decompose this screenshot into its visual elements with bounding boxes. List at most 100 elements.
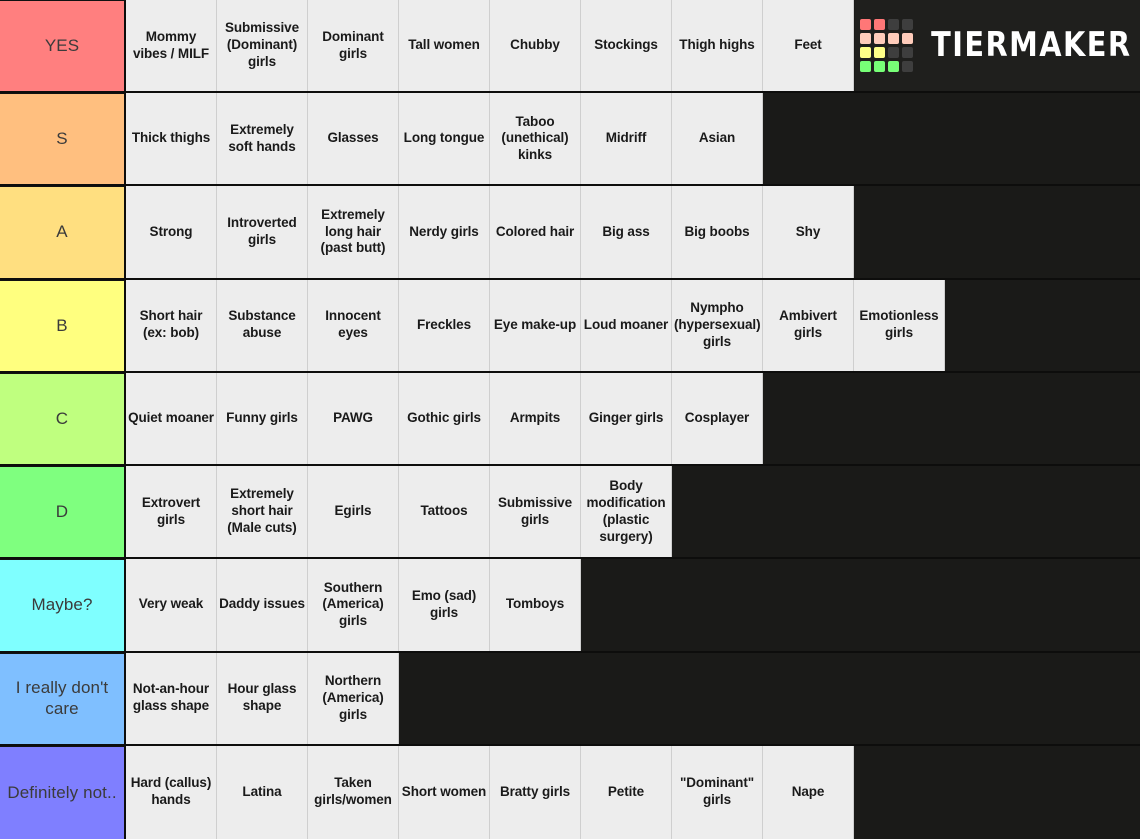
tier-item[interactable]: Extremely long hair (past butt)	[308, 186, 399, 278]
tier-item[interactable]: Northern (America) girls	[308, 652, 399, 744]
tier-item[interactable]: Thigh highs	[672, 0, 763, 92]
tier-item-label: Midriff	[605, 130, 647, 146]
tier-empty-dropzone[interactable]	[581, 559, 1140, 651]
tier-empty-dropzone[interactable]	[945, 279, 1140, 371]
tier-item-label: Mommy vibes / MILF	[132, 28, 210, 61]
tier-item[interactable]: Big ass	[581, 186, 672, 278]
tier-empty-dropzone[interactable]	[854, 745, 1140, 839]
tier-item[interactable]: Body modification (plastic surgery)	[581, 466, 672, 558]
tier-item[interactable]: Ginger girls	[581, 372, 672, 465]
tier-label-c[interactable]: C	[0, 372, 126, 465]
tier-item[interactable]: Emo (sad) girls	[399, 559, 490, 651]
tier-item[interactable]: Submissive (Dominant) girls	[217, 0, 308, 92]
tier-row: Maybe? Very weak Daddy issues Southern (Ame…	[0, 559, 1140, 653]
tier-item[interactable]: Daddy issues	[217, 559, 308, 651]
tier-label-b[interactable]: B	[0, 279, 126, 371]
tier-empty-dropzone[interactable]	[672, 466, 1140, 558]
tier-item[interactable]: "Dominant" girls	[672, 745, 763, 839]
tier-item[interactable]: Strong	[126, 186, 217, 278]
logo-grid-square	[901, 47, 913, 59]
tier-item[interactable]: Nympho (hypersexual) girls	[672, 279, 763, 371]
tier-item-label: Taken girls/women	[314, 775, 392, 808]
tier-item[interactable]: Tall women	[399, 0, 490, 92]
tier-list-board: YES Mommy vibes / MILF Submissive (Dominan…	[0, 0, 1140, 839]
tier-item[interactable]: Extrovert girls	[126, 466, 217, 558]
tier-item-label: Nape	[791, 783, 825, 799]
tier-label-maybe[interactable]: Maybe?	[0, 559, 126, 651]
tier-empty-dropzone[interactable]	[854, 186, 1140, 278]
tier-item[interactable]: Extremely soft hands	[217, 93, 308, 185]
tier-label-i-really-don-t-care[interactable]: I really don't care	[0, 652, 126, 744]
tier-item[interactable]: Glasses	[308, 93, 399, 185]
tier-item[interactable]: Short women	[399, 745, 490, 839]
tier-item[interactable]: Armpits	[490, 372, 581, 465]
tier-item[interactable]: Very weak	[126, 559, 217, 651]
tier-empty-dropzone[interactable]	[399, 652, 1140, 744]
logo-wordmark: TiERMAKER	[930, 26, 1132, 66]
tier-item[interactable]: Asian	[672, 93, 763, 185]
tier-item[interactable]: Emotionless girls	[854, 279, 945, 371]
tier-item[interactable]: Hard (callus) hands	[126, 745, 217, 839]
tier-item[interactable]: Stockings	[581, 0, 672, 92]
tier-item[interactable]: Quiet moaner	[126, 372, 217, 465]
tier-label-d[interactable]: D	[0, 466, 126, 558]
tier-item[interactable]: Loud moaner	[581, 279, 672, 371]
tier-item[interactable]: Hour glass shape	[217, 652, 308, 744]
logo-grid-square	[859, 33, 871, 45]
tier-item-label: Latina	[242, 783, 282, 799]
tier-item[interactable]: Extremely short hair (Male cuts)	[217, 466, 308, 558]
logo-grid-square	[887, 19, 899, 31]
tier-empty-dropzone[interactable]	[763, 372, 1140, 465]
tier-item[interactable]: Gothic girls	[399, 372, 490, 465]
tier-item-label: Funny girls	[226, 410, 298, 426]
tier-item[interactable]: Submissive girls	[490, 466, 581, 558]
tier-empty-dropzone[interactable]	[763, 93, 1140, 185]
tier-label-definitely-not[interactable]: Definitely not..	[0, 745, 126, 839]
tier-item-label: Substance abuse	[228, 308, 296, 341]
tier-item[interactable]: Funny girls	[217, 372, 308, 465]
logo-grid-square	[887, 33, 899, 45]
tier-item[interactable]: Feet	[763, 0, 854, 92]
tier-item[interactable]: Freckles	[399, 279, 490, 371]
tier-item[interactable]: Thick thighs	[126, 93, 217, 185]
tier-item[interactable]: Substance abuse	[217, 279, 308, 371]
tier-item[interactable]: Mommy vibes / MILF	[126, 0, 217, 92]
tier-item[interactable]: Eye make-up	[490, 279, 581, 371]
tier-item[interactable]: Southern (America) girls	[308, 559, 399, 651]
tier-item[interactable]: Long tongue	[399, 93, 490, 185]
tier-item[interactable]: Colored hair	[490, 186, 581, 278]
tier-item-label: Southern (America) girls	[322, 579, 384, 629]
tier-item[interactable]: Chubby	[490, 0, 581, 92]
tier-item[interactable]: Tattoos	[399, 466, 490, 558]
logo-grid-square	[873, 61, 885, 73]
tier-item[interactable]: Midriff	[581, 93, 672, 185]
tier-item[interactable]: Dominant girls	[308, 0, 399, 92]
tier-item[interactable]: Petite	[581, 745, 672, 839]
tier-item[interactable]: Cosplayer	[672, 372, 763, 465]
tier-label-yes[interactable]: YES	[0, 0, 126, 92]
tier-label-a[interactable]: A	[0, 186, 126, 278]
tier-item[interactable]: Short hair (ex: bob)	[126, 279, 217, 371]
tier-item[interactable]: Bratty girls	[490, 745, 581, 839]
tier-item[interactable]: Egirls	[308, 466, 399, 558]
tier-item[interactable]: Nape	[763, 745, 854, 839]
tier-item[interactable]: Big boobs	[672, 186, 763, 278]
tier-item-label: Ambivert girls	[779, 308, 837, 341]
logo-grid-square	[859, 47, 871, 59]
tier-item[interactable]: Innocent eyes	[308, 279, 399, 371]
tier-item-label: Glasses	[327, 130, 379, 146]
tier-item[interactable]: Ambivert girls	[763, 279, 854, 371]
tier-label-s[interactable]: S	[0, 93, 126, 185]
tier-item-label: Short hair (ex: bob)	[139, 308, 203, 341]
logo-grid-square	[873, 19, 885, 31]
tier-item[interactable]: Taken girls/women	[308, 745, 399, 839]
tier-item[interactable]: Introverted girls	[217, 186, 308, 278]
tier-item[interactable]: Taboo (unethical) kinks	[490, 93, 581, 185]
tier-item[interactable]: Not-an-hour glass shape	[126, 652, 217, 744]
tier-item[interactable]: Shy	[763, 186, 854, 278]
tier-item[interactable]: Tomboys	[490, 559, 581, 651]
tier-item[interactable]: PAWG	[308, 372, 399, 465]
tier-item[interactable]: Nerdy girls	[399, 186, 490, 278]
tier-item-label: Tomboys	[505, 596, 565, 612]
tier-item[interactable]: Latina	[217, 745, 308, 839]
